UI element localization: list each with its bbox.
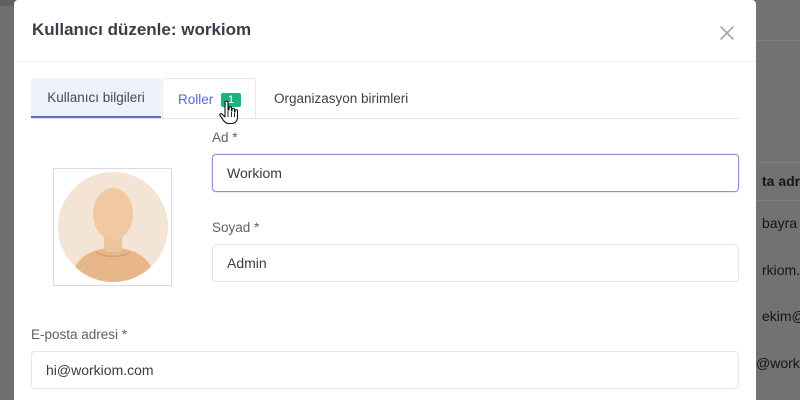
first-name-label: Ad * (212, 130, 238, 145)
background-divider (756, 40, 800, 41)
hand-pointer-icon (218, 100, 240, 126)
first-name-field[interactable] (212, 154, 739, 192)
user-avatar-icon (58, 172, 168, 282)
last-name-field[interactable] (212, 244, 739, 282)
background-cell: @work (756, 355, 800, 371)
close-icon[interactable] (716, 22, 738, 44)
avatar-illustration (58, 172, 168, 282)
tab-label: Roller (178, 92, 214, 107)
tab-organization-units[interactable]: Organizasyon birimleri (274, 78, 434, 118)
tab-user-info[interactable]: Kullanıcı bilgileri (31, 78, 161, 118)
edit-user-modal: Kullanıcı düzenle: workiom Kullanıcı bil… (14, 0, 756, 400)
background-divider (756, 162, 800, 163)
email-label: E-posta adresi * (31, 327, 128, 342)
profile-picture[interactable] (53, 168, 172, 286)
modal-title: Kullanıcı düzenle: workiom (32, 20, 252, 39)
tab-roles[interactable]: Roller 1 (162, 78, 256, 118)
tab-label: Kullanıcı bilgileri (47, 90, 145, 105)
modal-header: Kullanıcı düzenle: workiom (14, 0, 756, 62)
last-name-label: Soyad * (212, 220, 260, 235)
cursor-glyph (219, 100, 239, 125)
background-cell: ekim@ (762, 308, 800, 324)
background-cell: rkiom. (762, 262, 800, 278)
close-icon-glyph (720, 26, 734, 40)
background-divider (756, 200, 800, 201)
background-cell: bayra (762, 215, 798, 231)
background-column-header: ta adre (762, 173, 800, 189)
tab-bar: Kullanıcı bilgileri Roller 1 Organizasyo… (31, 78, 739, 119)
tab-label: Organizasyon birimleri (274, 91, 409, 106)
email-field[interactable] (31, 351, 739, 389)
